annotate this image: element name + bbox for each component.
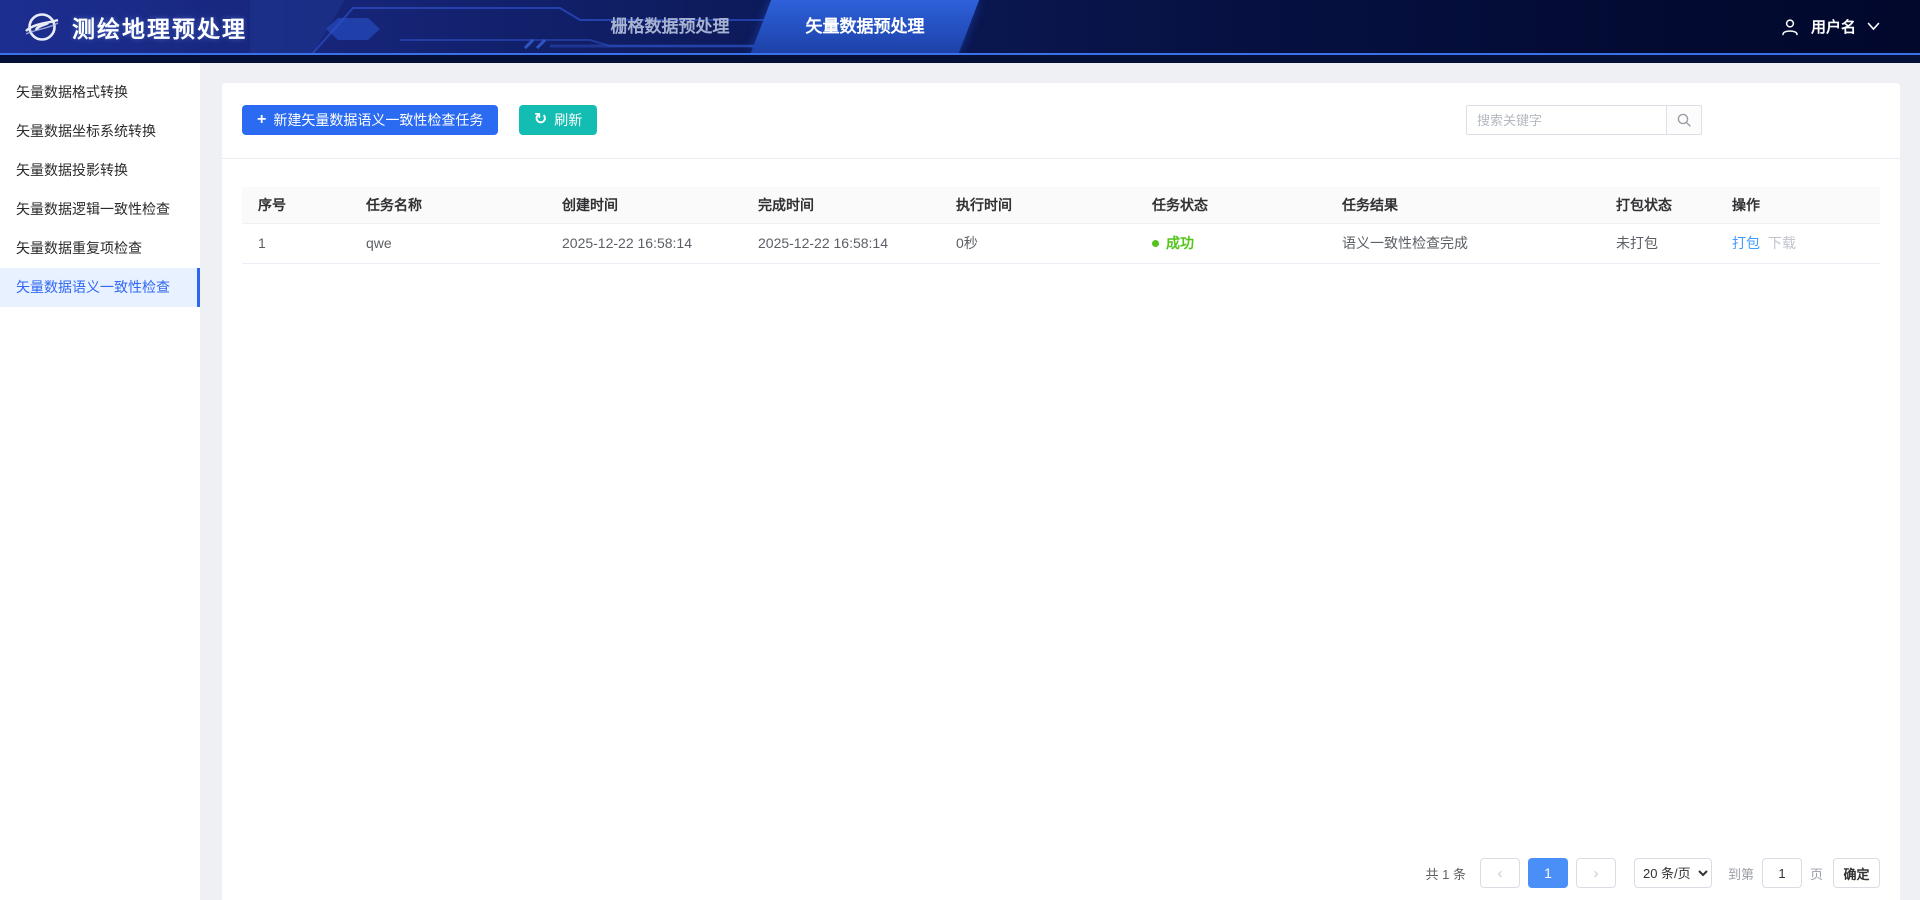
goto-page-suffix: 页 [1810,864,1823,883]
new-task-button[interactable]: + 新建矢量数据语义一致性检查任务 [242,105,498,135]
header-dark-strip [0,55,1920,63]
cell-finished-time: 2025-12-22 16:58:14 [742,223,940,263]
tab-vector-preprocess[interactable]: 矢量数据预处理 [755,0,975,53]
next-page-icon: › [1593,865,1598,882]
main-panel: + 新建矢量数据语义一致性检查任务 ↻ 刷新 序号 [222,83,1900,900]
search-box [1466,105,1702,135]
pagination-total: 共 1 条 [1426,864,1466,883]
page-title: 测绘地理预处理 [72,10,247,44]
app-logo-icon [24,9,60,45]
sidebar-item-projection-convert[interactable]: 矢量数据投影转换 [0,151,200,190]
sidebar-item-logic-consistency-check[interactable]: 矢量数据逻辑一致性检查 [0,190,200,229]
next-page-button[interactable]: › [1576,858,1616,888]
cell-package-status: 未打包 [1600,223,1716,263]
user-name: 用户名 [1811,16,1856,37]
app-header: 测绘地理预处理 栅格数据预处理 矢量数据预处理 用户名 [0,0,1920,53]
prev-page-icon: ‹ [1497,865,1502,882]
logo-area: 测绘地理预处理 [24,0,247,53]
refresh-icon: ↻ [534,112,547,128]
column-header-actions: 操作 [1716,187,1880,223]
page-size-select[interactable]: 20 条/页 [1634,858,1712,888]
search-input[interactable] [1466,105,1666,135]
chevron-down-icon [1867,22,1880,31]
sidebar-item-semantic-consistency-check[interactable]: 矢量数据语义一致性检查 [0,268,200,307]
top-tabs: 栅格数据预处理 矢量数据预处理 [585,0,975,53]
column-header-task-status: 任务状态 [1136,187,1326,223]
goto-confirm-button[interactable]: 确定 [1833,858,1880,888]
search-icon [1676,112,1692,128]
column-header-finished-time: 完成时间 [742,187,940,223]
toolbar-divider [222,158,1900,159]
search-button[interactable] [1666,105,1702,135]
tab-raster-preprocess[interactable]: 栅格数据预处理 [585,0,755,53]
column-header-task-name: 任务名称 [350,187,546,223]
cell-duration: 0秒 [940,223,1136,263]
table-row: 1 qwe 2025-12-22 16:58:14 2025-12-22 16:… [242,223,1880,263]
cell-index: 1 [242,223,350,263]
goto-page-prefix: 到第 [1728,864,1754,883]
column-header-index: 序号 [242,187,350,223]
user-menu[interactable]: 用户名 [1780,0,1880,53]
cell-actions: 打包下载 [1716,223,1880,263]
column-header-created-time: 创建时间 [546,187,742,223]
table-header-row: 序号 任务名称 创建时间 完成时间 执行时间 任务状态 任务结果 打包状态 操作 [242,187,1880,223]
status-dot-icon [1152,240,1159,247]
toolbar: + 新建矢量数据语义一致性检查任务 ↻ 刷新 [222,83,1900,135]
prev-page-button[interactable]: ‹ [1480,858,1520,888]
user-icon [1780,17,1800,37]
cell-task-status: 成功 [1136,223,1326,263]
column-header-duration: 执行时间 [940,187,1136,223]
status-text: 成功 [1166,235,1194,251]
plus-icon: + [257,112,266,128]
sidebar-item-duplicate-check[interactable]: 矢量数据重复项检查 [0,229,200,268]
page-number-button[interactable]: 1 [1528,858,1568,888]
package-action-link[interactable]: 打包 [1732,235,1760,251]
pagination: 共 1 条 ‹ 1 › 20 条/页 到第 页 确定 [1426,858,1881,888]
cell-task-name: qwe [350,223,546,263]
sidebar-item-coordinate-convert[interactable]: 矢量数据坐标系统转换 [0,112,200,151]
cell-created-time: 2025-12-22 16:58:14 [546,223,742,263]
column-header-task-result: 任务结果 [1326,187,1600,223]
goto-page-input[interactable] [1762,858,1802,888]
sidebar-item-format-convert[interactable]: 矢量数据格式转换 [0,73,200,112]
download-action-link[interactable]: 下载 [1768,235,1796,251]
sidebar: 矢量数据格式转换 矢量数据坐标系统转换 矢量数据投影转换 矢量数据逻辑一致性检查… [0,63,200,900]
task-table: 序号 任务名称 创建时间 完成时间 执行时间 任务状态 任务结果 打包状态 操作… [242,187,1880,264]
refresh-button[interactable]: ↻ 刷新 [519,105,597,135]
column-header-package-status: 打包状态 [1600,187,1716,223]
cell-task-result: 语义一致性检查完成 [1326,223,1600,263]
